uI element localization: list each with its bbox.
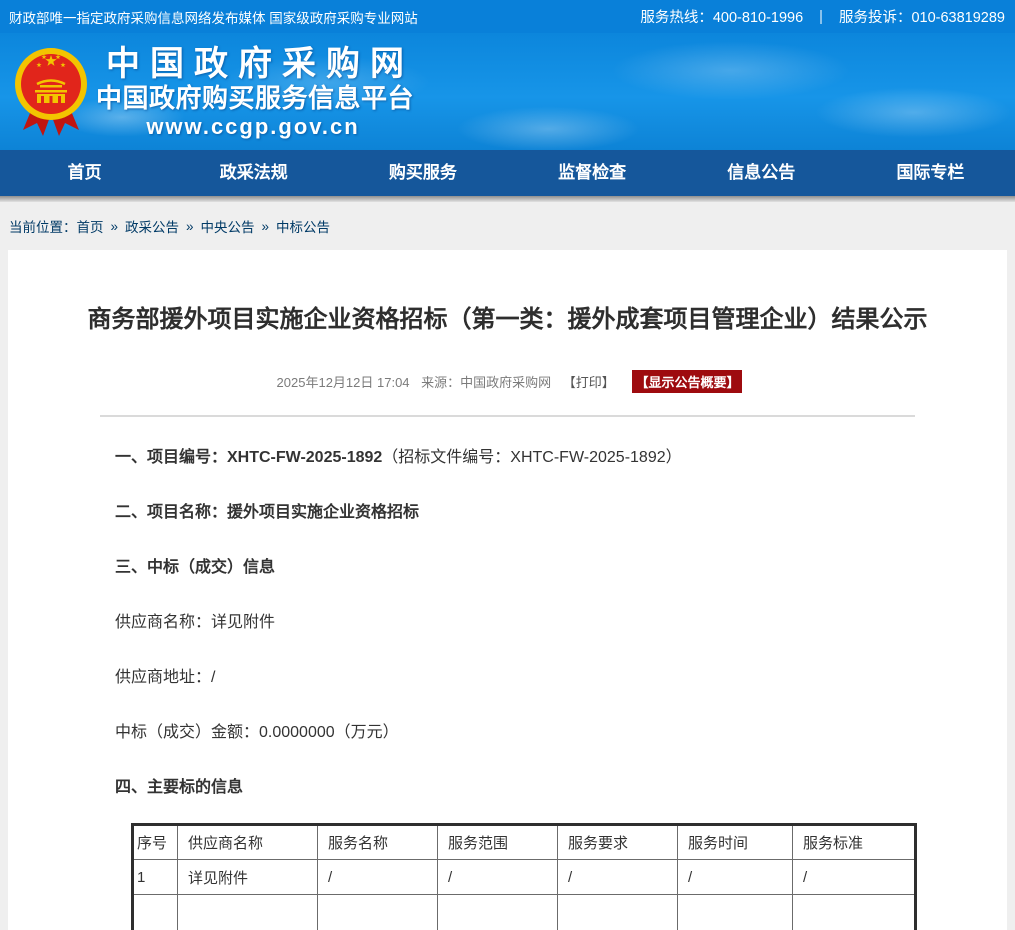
site-banner: 中国政府采购网 中国政府购买服务信息平台 www.ccgp.gov.cn	[0, 33, 1015, 150]
table-cell	[318, 895, 438, 930]
nav-item-supervision[interactable]: 监督检查	[508, 150, 677, 196]
table-header-cell: 服务范围	[438, 825, 558, 860]
paragraph-project-number: 一、项目编号：XHTC-FW-2025-1892（招标文件编号：XHTC-FW-…	[115, 449, 907, 467]
breadcrumb-separator: »	[262, 219, 270, 234]
paragraph-main-target-heading: 四、主要标的信息	[115, 779, 907, 797]
table-cell	[178, 895, 318, 930]
topbar-contacts: 服务热线：400-810-1996 | 服务投诉：010-63819289	[640, 6, 1005, 27]
service-hotline: 服务热线：400-810-1996	[640, 6, 803, 27]
paragraph-award-info-heading: 三、中标（成交）信息	[115, 559, 907, 577]
table-cell: /	[318, 860, 438, 895]
paragraph-award-amount: 中标（成交）金额：0.0000000（万元）	[115, 724, 907, 742]
site-subtitle: 中国政府购买服务信息平台	[96, 83, 410, 114]
paragraph-supplier-address: 供应商地址：/	[115, 669, 907, 687]
show-summary-button[interactable]: 【显示公告概要】	[632, 370, 742, 393]
table-cell: /	[793, 860, 916, 895]
table-cell: 详见附件	[178, 860, 318, 895]
breadcrumb-separator: »	[111, 219, 119, 234]
table-row	[133, 895, 916, 930]
table-header-cell: 序号	[133, 825, 178, 860]
nav-item-purchase-services[interactable]: 购买服务	[338, 150, 507, 196]
breadcrumb-item-zhengcai[interactable]: 政采公告	[125, 216, 179, 236]
article-meta: 2025年12月12日 17:04 来源：中国政府采购网 【打印】 【显示公告概…	[8, 370, 1007, 393]
topbar-divider: |	[819, 9, 823, 25]
article-source: 来源：中国政府采购网	[421, 375, 551, 390]
site-name: 中国政府采购网	[106, 45, 410, 83]
table-cell	[678, 895, 793, 930]
table-header-cell: 服务要求	[558, 825, 678, 860]
breadcrumb-label: 当前位置：	[9, 216, 77, 236]
topbar-slogan: 财政部唯一指定政府采购信息网络发布媒体 国家级政府采购专业网站	[9, 7, 418, 27]
nav-item-announcements[interactable]: 信息公告	[677, 150, 846, 196]
table-cell	[558, 895, 678, 930]
breadcrumb-item-award[interactable]: 中标公告	[276, 216, 330, 236]
article-panel: 商务部援外项目实施企业资格招标（第一类：援外成套项目管理企业）结果公示 2025…	[8, 250, 1007, 930]
nav-item-regulations[interactable]: 政采法规	[169, 150, 338, 196]
table-header-cell: 服务时间	[678, 825, 793, 860]
site-url: www.ccgp.gov.cn	[96, 114, 410, 140]
topbar: 财政部唯一指定政府采购信息网络发布媒体 国家级政府采购专业网站 服务热线：400…	[0, 0, 1015, 33]
table-cell: /	[438, 860, 558, 895]
nav-item-international[interactable]: 国际专栏	[846, 150, 1015, 196]
table-header-cell: 服务名称	[318, 825, 438, 860]
table-row: 1 详见附件 / / / / /	[133, 860, 916, 895]
table-header-cell: 供应商名称	[178, 825, 318, 860]
article-body: 一、项目编号：XHTC-FW-2025-1892（招标文件编号：XHTC-FW-…	[8, 449, 1007, 930]
paragraph-supplier-name: 供应商名称：详见附件	[115, 614, 907, 632]
nav-item-home[interactable]: 首页	[0, 150, 169, 196]
national-emblem-icon	[13, 46, 89, 138]
table-cell: 1	[133, 860, 178, 895]
main-nav: 首页 政采法规 购买服务 监督检查 信息公告 国际专栏	[0, 150, 1015, 196]
breadcrumb-item-central[interactable]: 中央公告	[201, 216, 255, 236]
breadcrumb-item-home[interactable]: 首页	[77, 216, 104, 236]
bid-target-table: 序号 供应商名称 服务名称 服务范围 服务要求 服务时间 服务标准 1 详见附件…	[131, 823, 917, 930]
site-logo[interactable]: 中国政府采购网 中国政府购买服务信息平台 www.ccgp.gov.cn	[96, 45, 410, 140]
breadcrumb-separator: »	[186, 219, 194, 234]
table-header-row: 序号 供应商名称 服务名称 服务范围 服务要求 服务时间 服务标准	[133, 825, 916, 860]
breadcrumb: 当前位置： 首页 » 政采公告 » 中央公告 » 中标公告	[0, 202, 1015, 250]
page-title: 商务部援外项目实施企业资格招标（第一类：援外成套项目管理企业）结果公示	[8, 250, 1007, 335]
paragraph-project-name: 二、项目名称：援外项目实施企业资格招标	[115, 504, 907, 522]
table-cell	[133, 895, 178, 930]
service-complaint: 服务投诉：010-63819289	[839, 6, 1005, 27]
table-header-cell: 服务标准	[793, 825, 916, 860]
table-cell: /	[558, 860, 678, 895]
title-divider	[100, 415, 915, 417]
table-cell	[438, 895, 558, 930]
publish-datetime: 2025年12月12日 17:04	[277, 375, 410, 390]
print-button[interactable]: 【打印】	[563, 375, 615, 390]
table-cell	[793, 895, 916, 930]
table-cell: /	[678, 860, 793, 895]
